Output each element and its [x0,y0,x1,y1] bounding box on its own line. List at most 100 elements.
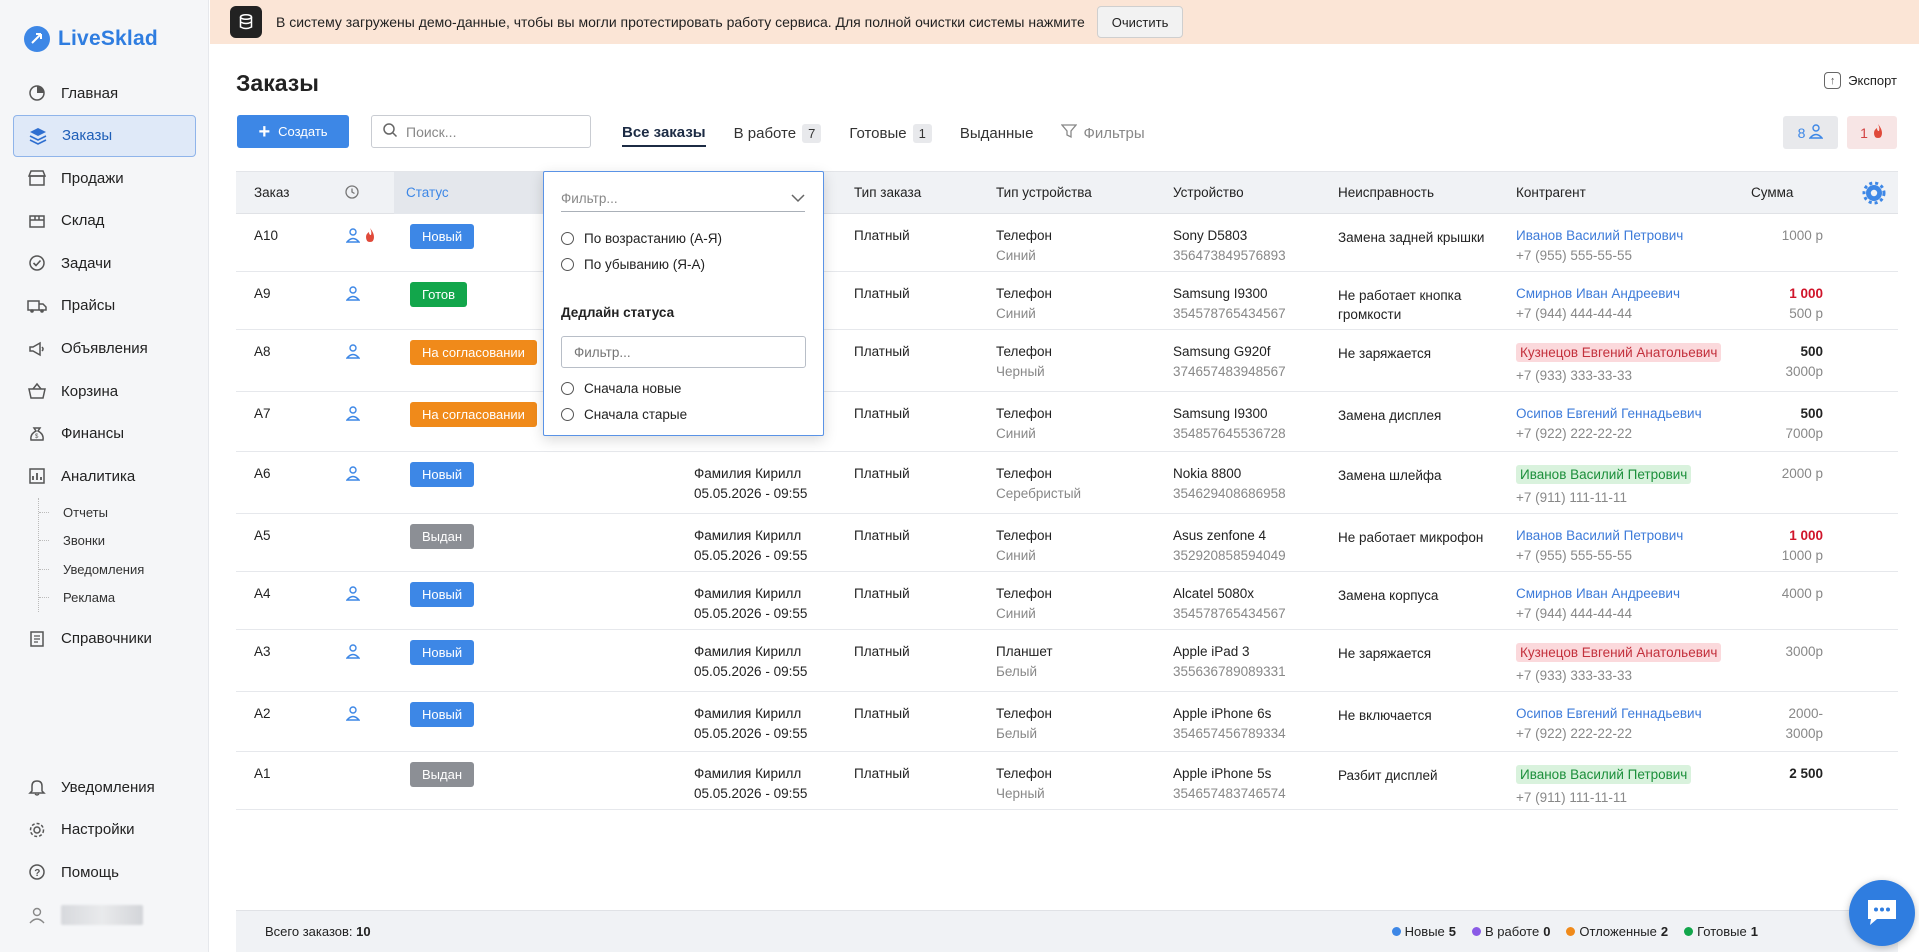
col-sum[interactable]: Сумма [1751,185,1793,200]
col-device[interactable]: Устройство [1173,185,1244,200]
status-badge[interactable]: На согласовании [410,402,537,427]
table-row[interactable]: A3 Новый Фамилия Кирилл 05.05.2026 - 09:55 П… [236,630,1898,692]
newest-first-radio[interactable]: Сначала новые [561,381,681,396]
table-row[interactable]: A2 Новый Фамилия Кирилл 05.05.2026 - 09:55 П… [236,692,1898,752]
status-badge[interactable]: Готов [410,282,468,307]
client-name[interactable]: Смирнов Иван Андреевич [1516,286,1680,301]
user-icon[interactable] [345,465,361,484]
nav-item-analytics[interactable]: Аналитика [13,455,196,497]
order-id[interactable]: A4 [254,586,271,601]
status-badge[interactable]: Выдан [410,524,475,549]
oldest-first-radio[interactable]: Сначала старые [561,407,687,422]
client-name[interactable]: Кузнецов Евгений Анатольевич [1516,343,1722,362]
logo[interactable]: LiveSklad [24,26,158,52]
client-name[interactable]: Смирнов Иван Андреевич [1516,586,1680,601]
order-id[interactable]: A8 [254,344,271,359]
order-id[interactable]: A1 [254,766,271,781]
status-badge[interactable]: Выдан [410,762,475,787]
user-profile[interactable] [13,894,196,936]
user-icon[interactable] [345,343,361,362]
urgent-badge[interactable]: 1 [1847,116,1897,149]
subnav-item-calls[interactable]: Звонки [39,526,196,555]
order-id[interactable]: A10 [254,228,278,243]
user-icon[interactable] [345,585,361,604]
table-settings-gear-icon[interactable] [1862,181,1886,205]
col-device-type[interactable]: Тип устройства [996,185,1092,200]
assigned-users-badge[interactable]: 8 [1783,116,1838,149]
nav-item-notifications[interactable]: Уведомления [13,766,196,808]
user-icon[interactable] [345,643,361,662]
client-name[interactable]: Иванов Василий Петрович [1516,765,1692,784]
search-input[interactable] [406,123,576,140]
nav-item-orders[interactable]: Заказы [13,114,196,157]
order-id[interactable]: A5 [254,528,271,543]
subnav-item-ads[interactable]: Реклама [39,583,196,612]
table-row[interactable]: A5 Выдан Фамилия Кирилл 05.05.2026 - 09:55 П… [236,514,1898,572]
status-filter-select[interactable]: Фильтр... [561,186,805,212]
device-color: Серебристый [996,486,1082,501]
order-id[interactable]: A2 [254,706,271,721]
chat-button[interactable] [1849,880,1915,946]
sort-desc-radio[interactable]: По убыванию (Я-А) [561,257,705,272]
client-name[interactable]: Осипов Евгений Геннадьевич [1516,406,1702,421]
table-row[interactable]: A4 Новый Фамилия Кирилл 05.05.2026 - 09:55 П… [236,572,1898,630]
clear-demo-button[interactable]: Очистить [1096,6,1184,38]
filters-button[interactable]: Фильтры [1061,119,1145,147]
order-id[interactable]: A7 [254,406,271,421]
table-row[interactable]: A7 На согласовании Платный Телефон Синий Sams… [236,392,1898,452]
status-badge[interactable]: Новый [410,582,475,607]
nav-item-warehouse[interactable]: Склад [13,200,196,242]
nav-item-sales[interactable]: Продажи [13,157,196,199]
col-order[interactable]: Заказ [254,185,289,200]
nav-item-ads[interactable]: Объявления [13,328,196,370]
nav-item-references[interactable]: Справочники [13,618,196,660]
user-icon[interactable] [345,227,361,246]
table-row[interactable]: A1 Выдан Фамилия Кирилл 05.05.2026 - 09:55 П… [236,752,1898,810]
deadline-filter-input[interactable] [561,336,806,368]
subnav-item-reports[interactable]: Отчеты [39,498,196,527]
nav-item-settings[interactable]: Настройки [13,809,196,851]
nav-item-help[interactable]: ? Помощь [13,851,196,893]
status-badge[interactable]: Новый [410,640,475,665]
nav-item-tasks[interactable]: Задачи [13,242,196,284]
nav-item-home[interactable]: Главная [13,72,196,114]
user-icon[interactable] [345,405,361,424]
table-row[interactable]: A9 Готов Платный Телефон Синий Samsung I9300 3… [236,272,1898,330]
tab-ready[interactable]: Готовые 1 [849,119,932,147]
fire-icon[interactable] [364,227,376,246]
nav-item-finance[interactable]: $ Финансы [13,413,196,455]
history-icon[interactable] [344,184,360,203]
order-id[interactable]: A3 [254,644,271,659]
table-row[interactable]: A10 Новый Платный Телефон Синий Sony D5803 356… [236,214,1898,272]
status-badge[interactable]: Новый [410,224,475,249]
table-row[interactable]: A8 На согласовании Платный Телефон Черный Sam… [236,330,1898,392]
client-name[interactable]: Иванов Василий Петрович [1516,228,1683,243]
table-row[interactable]: A6 Новый Фамилия Кирилл 05.05.2026 - 09:55 П… [236,452,1898,514]
create-order-button[interactable]: + Создать [237,115,349,148]
client-name[interactable]: Иванов Василий Петрович [1516,465,1692,484]
device-model: Apple iPhone 6s [1173,706,1272,721]
status-badge[interactable]: Новый [410,462,475,487]
client-name[interactable]: Осипов Евгений Геннадьевич [1516,706,1702,721]
user-icon[interactable] [345,285,361,304]
nav-item-basket[interactable]: Корзина [13,370,196,412]
status-badge[interactable]: Новый [410,702,475,727]
export-button[interactable]: ↑ Экспорт [1824,72,1897,89]
subnav-item-notifications[interactable]: Уведомления [39,555,196,584]
tab-issued[interactable]: Выданные [960,119,1034,147]
status-badge[interactable]: На согласовании [410,340,537,365]
sort-asc-radio[interactable]: По возрастанию (А-Я) [561,231,722,246]
tab-in-progress[interactable]: В работе 7 [734,119,822,147]
nav-item-prices[interactable]: Прайсы [13,285,196,327]
order-id[interactable]: A9 [254,286,271,301]
row-icons [345,643,361,662]
client-name[interactable]: Кузнецов Евгений Анатольевич [1516,643,1722,662]
client-name[interactable]: Иванов Василий Петрович [1516,528,1683,543]
radio-label: Сначала старые [584,407,688,422]
tab-all-orders[interactable]: Все заказы [622,119,706,147]
user-icon[interactable] [345,705,361,724]
col-order-type[interactable]: Тип заказа [854,185,921,200]
col-client[interactable]: Контрагент [1516,185,1586,200]
order-id[interactable]: A6 [254,466,271,481]
col-fault[interactable]: Неисправность [1338,185,1434,200]
